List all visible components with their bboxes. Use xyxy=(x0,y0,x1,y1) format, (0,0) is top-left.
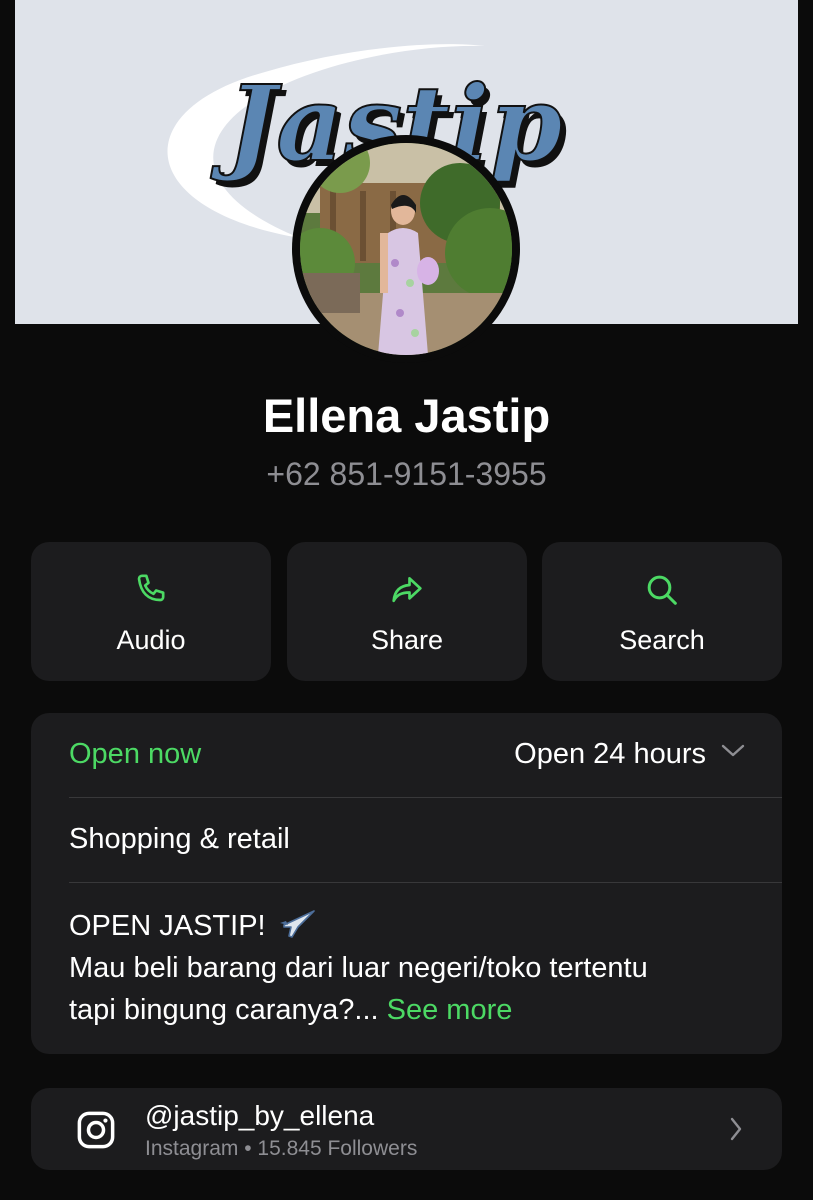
airplane-emoji-icon xyxy=(279,910,315,938)
phone-icon xyxy=(137,574,165,602)
instagram-followers: Instagram • 15.845 Followers xyxy=(145,1137,418,1160)
action-buttons: Audio Share Search xyxy=(31,542,782,681)
share-label: Share xyxy=(370,625,444,655)
hours-text: Open 24 hours xyxy=(514,738,706,770)
divider xyxy=(69,797,782,798)
open-status: Open now xyxy=(69,738,202,770)
share-arrow-icon xyxy=(392,577,422,603)
profile-photo xyxy=(300,143,512,355)
audio-call-button[interactable]: Audio xyxy=(31,542,271,681)
description-line-3: tapi bingung caranya?... xyxy=(69,994,379,1026)
search-button[interactable]: Search xyxy=(542,542,782,681)
instagram-icon xyxy=(77,1111,115,1149)
business-description: OPEN JASTIP! Mau beli barang dari luar n… xyxy=(69,905,752,1031)
search-icon xyxy=(647,575,677,605)
avatar[interactable] xyxy=(292,135,520,363)
instagram-link-card[interactable]: @jastip_by_ellena Instagram • 15.845 Fol… xyxy=(31,1088,782,1170)
description-line-1: OPEN JASTIP! xyxy=(69,910,266,942)
chevron-right-icon xyxy=(730,1117,742,1141)
profile-phone: +62 851-9151-3955 xyxy=(266,456,547,492)
audio-label: Audio xyxy=(116,625,186,655)
divider xyxy=(69,882,782,883)
share-button[interactable]: Share xyxy=(287,542,527,681)
instagram-handle: @jastip_by_ellena xyxy=(145,1100,375,1131)
chevron-down-icon xyxy=(721,744,745,757)
business-category: Shopping & retail xyxy=(69,823,290,855)
profile-name: Ellena Jastip xyxy=(262,389,551,442)
business-hours-row[interactable]: Open now Open 24 hours xyxy=(31,713,782,797)
search-label: Search xyxy=(619,625,705,655)
business-info-card: Open now Open 24 hours Shopping & retail… xyxy=(31,713,782,1054)
see-more-link[interactable]: See more xyxy=(387,994,513,1026)
description-line-2: Mau beli barang dari luar negeri/toko te… xyxy=(69,952,648,984)
